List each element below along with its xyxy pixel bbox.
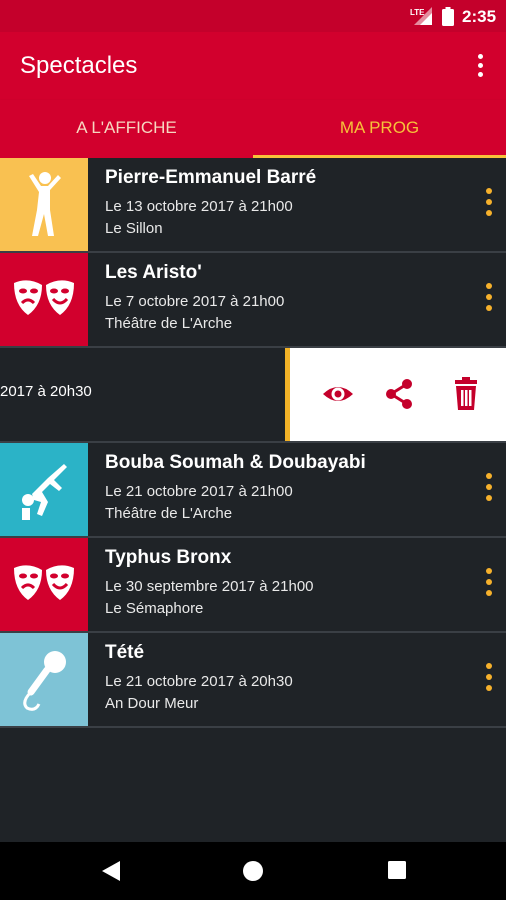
show-list: Pierre-Emmanuel Barré Le 13 octobre 2017… — [0, 158, 506, 728]
show-date: Le 21 octobre 2017 à 21h00 — [105, 483, 293, 500]
show-venue: Le Sillon — [105, 220, 163, 237]
battery-icon — [442, 7, 454, 26]
breakdancer-icon — [0, 443, 88, 536]
show-venue: An Dour Meur — [105, 695, 199, 712]
trash-icon[interactable] — [448, 376, 484, 412]
show-venue: Le Sémaphore — [105, 600, 204, 617]
dancer-icon — [0, 158, 88, 251]
home-icon[interactable] — [241, 859, 265, 883]
show-title: Tété — [105, 642, 145, 663]
show-title: Typhus Bronx — [105, 547, 232, 568]
app-bar: Spectacles — [0, 32, 506, 100]
list-item[interactable]: Les Aristo' Le 7 octobre 2017 à 21h00 Th… — [0, 253, 506, 348]
system-nav-bar — [0, 842, 506, 900]
recents-icon[interactable] — [386, 859, 408, 881]
app-title: Spectacles — [20, 52, 138, 79]
show-venue: Théâtre de L'Arche — [105, 505, 233, 522]
tab-label: A L'AFFICHE — [76, 118, 177, 137]
list-item[interactable]: Pierre-Emmanuel Barré Le 13 octobre 2017… — [0, 158, 506, 253]
theater-masks-icon — [0, 253, 88, 346]
microphone-icon — [0, 633, 88, 726]
show-date: 2017 à 20h30 — [0, 383, 92, 400]
show-date: Le 30 septembre 2017 à 21h00 — [105, 578, 314, 595]
status-bar: LTE 2:35 — [0, 0, 506, 32]
signal-icon — [414, 7, 432, 25]
list-item[interactable]: Typhus Bronx Le 30 septembre 2017 à 21h0… — [0, 538, 506, 633]
swipe-actions — [290, 348, 506, 441]
show-venue: Théâtre de L'Arche — [105, 315, 233, 332]
more-vert-icon[interactable] — [482, 663, 496, 697]
more-vert-icon[interactable] — [482, 188, 496, 222]
show-title: Les Aristo' — [105, 262, 202, 283]
show-title: Bouba Soumah & Doubayabi — [105, 452, 366, 473]
list-item[interactable]: Bouba Soumah & Doubayabi Le 21 octobre 2… — [0, 443, 506, 538]
list-item[interactable]: Tété Le 21 octobre 2017 à 20h30 An Dour … — [0, 633, 506, 728]
theater-masks-icon — [0, 538, 88, 631]
share-icon[interactable] — [381, 376, 417, 412]
eye-icon[interactable] — [320, 376, 356, 412]
back-icon[interactable] — [100, 859, 122, 883]
tab-a-l-affiche[interactable]: A L'AFFICHE — [0, 100, 253, 158]
show-date: Le 13 octobre 2017 à 21h00 — [105, 198, 293, 215]
more-vert-icon[interactable] — [470, 52, 490, 80]
show-date: Le 7 octobre 2017 à 21h00 — [105, 293, 285, 310]
more-vert-icon[interactable] — [482, 473, 496, 507]
show-title: Pierre-Emmanuel Barré — [105, 167, 317, 188]
more-vert-icon[interactable] — [482, 283, 496, 317]
tab-label: MA PROG — [339, 118, 420, 137]
tab-bar: A L'AFFICHE MA PROG — [0, 100, 506, 158]
tab-ma-prog[interactable]: MA PROG — [253, 100, 506, 158]
show-date: Le 21 octobre 2017 à 20h30 — [105, 673, 293, 690]
more-vert-icon[interactable] — [482, 568, 496, 602]
clock: 2:35 — [462, 7, 497, 26]
list-item-swiped[interactable]: 2017 à 20h30 — [0, 348, 506, 443]
